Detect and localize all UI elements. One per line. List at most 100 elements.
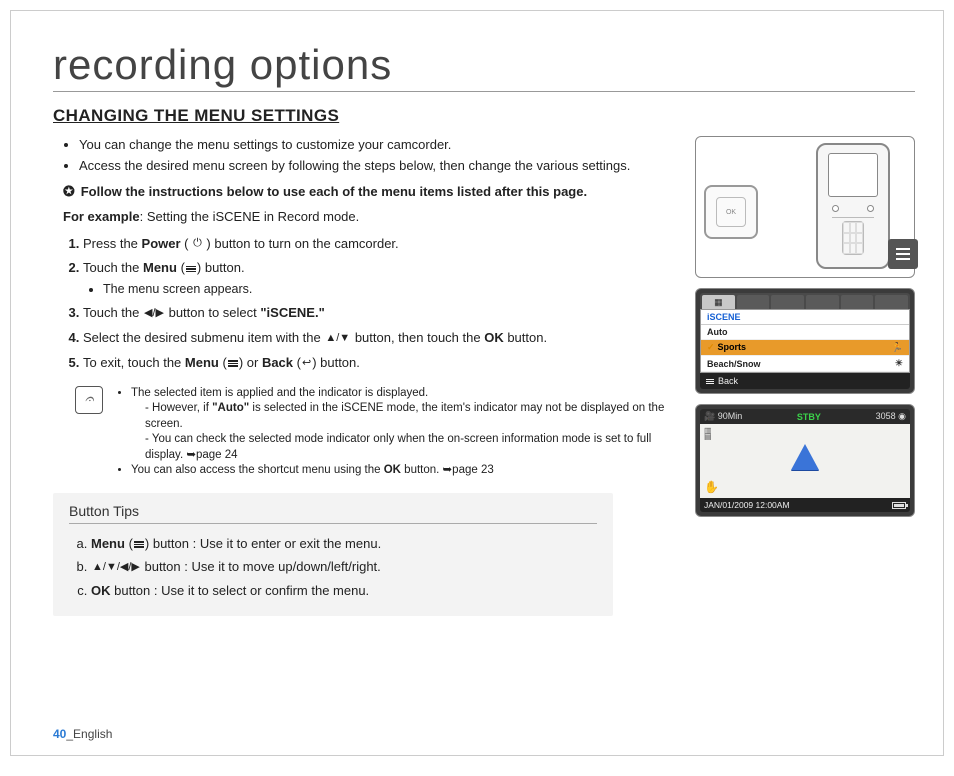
tip-a: Menu ( ) button : Use it to enter or exit… <box>91 532 597 555</box>
note-subitem: You can check the selected mode indicato… <box>145 432 671 463</box>
lcd-preview-screenshot: 🎥 90Min STBY 3058 ◉ ▥▤ ✋ JAN/01/2009 12:… <box>695 404 915 517</box>
menu-label: Menu <box>143 260 177 275</box>
note-item: The selected item is applied and the ind… <box>131 386 671 464</box>
step-3: Touch the ◀/▶ button to select "iSCENE." <box>83 303 671 324</box>
page-footer: 40_English <box>53 727 112 741</box>
t: button. <box>504 330 547 345</box>
back-icon: ↩ <box>301 355 312 373</box>
step-4: Select the desired submenu item with the… <box>83 328 671 349</box>
lcd-menu-screenshot: ▦ iSCENE Auto ✓Sports 🏃 Beach/Snow ☀ Back <box>695 288 915 394</box>
power-label: Power <box>142 236 181 251</box>
t: 3058 <box>876 411 896 421</box>
note-icon: 𝄐 <box>75 386 103 414</box>
manual-page: recording options CHANGING THE MENU SETT… <box>10 10 944 756</box>
tips-list: Menu ( ) button : Use it to enter or exit… <box>69 532 597 602</box>
t: ) button. <box>312 355 360 370</box>
t: Touch the <box>83 260 143 275</box>
tip-c: OK button : Use it to select or confirm … <box>91 579 597 602</box>
t: button. ➥page 23 <box>401 464 494 476</box>
lcd-menu-item: Auto <box>701 325 909 340</box>
status-label: STBY <box>797 412 821 422</box>
menu-label: Menu <box>185 355 219 370</box>
check-icon: ✓ <box>707 342 715 352</box>
remote-illustration: OK <box>704 185 758 239</box>
lcd-menu-list: iSCENE Auto ✓Sports 🏃 Beach/Snow ☀ <box>700 309 910 373</box>
dpad-icons: ▲/▼/◀/▶ <box>91 558 141 578</box>
intro-bullet: You can change the menu settings to cust… <box>79 136 671 155</box>
power-icon: ⏻ <box>192 235 203 253</box>
camcorder-illustration <box>816 143 890 269</box>
gear-bullet-icon: ✪ <box>63 184 75 198</box>
t: button, then touch the <box>351 330 484 345</box>
menu-icon <box>228 360 238 367</box>
tips-heading: Button Tips <box>69 503 597 524</box>
menu-icon <box>134 541 144 548</box>
lcd-tab <box>806 295 839 309</box>
cursor-icon <box>791 444 819 470</box>
intro-bullet: Access the desired menu screen by follow… <box>79 157 671 176</box>
button-tips-box: Button Tips Menu ( ) button : Use it to e… <box>53 493 613 616</box>
menu-icon <box>706 379 714 384</box>
t: You can also access the shortcut menu us… <box>131 464 384 476</box>
menu-icon <box>186 266 196 273</box>
instruction-text: Follow the instructions below to use eac… <box>81 184 587 199</box>
lcd-tabs: ▦ <box>700 293 910 309</box>
note-list: The selected item is applied and the ind… <box>113 386 671 479</box>
t: "Auto" <box>212 402 249 414</box>
counter: 3058 ◉ <box>876 411 906 422</box>
step-2: Touch the Menu ( ) button. The menu scree… <box>83 258 671 299</box>
section-heading: CHANGING THE MENU SETTINGS <box>53 106 915 126</box>
example-line: For example: Setting the iSCENE in Recor… <box>63 209 671 224</box>
t: Touch the <box>83 305 143 320</box>
t: button : Use it to select or confirm the… <box>111 583 370 598</box>
ok-label: OK <box>484 330 504 345</box>
content-columns: You can change the menu settings to cust… <box>53 136 915 616</box>
rec-icon: 🎥 90Min <box>704 411 742 422</box>
lcd-tab <box>841 295 874 309</box>
steps-list: Press the Power ( ⏻ ) button to turn on … <box>53 234 671 374</box>
t: ( <box>177 260 185 275</box>
t: ) or <box>239 355 262 370</box>
t: To exit, touch the <box>83 355 185 370</box>
page-title: recording options <box>53 41 915 92</box>
right-column: OK ▦ <box>695 136 915 616</box>
step-2-sub: The menu screen appears. <box>103 279 671 299</box>
hand-icon: ✋ <box>704 480 719 494</box>
t: Beach/Snow <box>707 359 761 369</box>
sports-icon: 🏃 <box>892 342 903 353</box>
t: Press the <box>83 236 142 251</box>
step-5: To exit, touch the Menu () or Back (↩) b… <box>83 353 671 374</box>
t: However, if <box>152 402 212 414</box>
back-label: Back <box>262 355 293 370</box>
step-1: Press the Power ( ⏻ ) button to turn on … <box>83 234 671 255</box>
beach-icon: ☀ <box>895 358 903 369</box>
example-text: : Setting the iSCENE in Record mode. <box>140 209 360 224</box>
t: Menu <box>91 536 125 551</box>
t: Sports <box>718 342 747 352</box>
left-right-icons: ◀/▶ <box>143 305 165 323</box>
lcd-menu-item-selected: ✓Sports 🏃 <box>701 340 909 356</box>
timestamp: JAN/01/2009 12:00AM <box>704 500 790 510</box>
example-label: For example <box>63 209 140 224</box>
page-number: 40 <box>53 727 66 741</box>
lcd-tab: ▦ <box>702 295 735 309</box>
lcd-back-bar: Back <box>700 373 910 389</box>
t: ) button to turn on the camcorder. <box>203 236 399 251</box>
lcd-tab <box>875 295 908 309</box>
iscene-label: "iSCENE." <box>260 305 324 320</box>
lcd-tab <box>771 295 804 309</box>
status-icons: ▥▤ <box>704 428 712 441</box>
t: ) button. <box>197 260 245 275</box>
t: ( <box>125 536 133 551</box>
left-column: You can change the menu settings to cust… <box>53 136 671 616</box>
instruction-line: ✪ Follow the instructions below to use e… <box>63 184 671 199</box>
t: Auto <box>707 327 728 337</box>
lcd-tab <box>737 295 770 309</box>
lcd-top-bar: 🎥 90Min STBY 3058 ◉ <box>700 409 910 424</box>
lcd-menu-title: iSCENE <box>701 310 909 325</box>
lcd-preview-body: ▥▤ ✋ <box>700 424 910 498</box>
note-item: You can also access the shortcut menu us… <box>131 463 671 479</box>
t: OK <box>91 583 111 598</box>
t: ) button : Use it to enter or exit the m… <box>145 536 381 551</box>
remote-ok-label: OK <box>716 197 746 227</box>
